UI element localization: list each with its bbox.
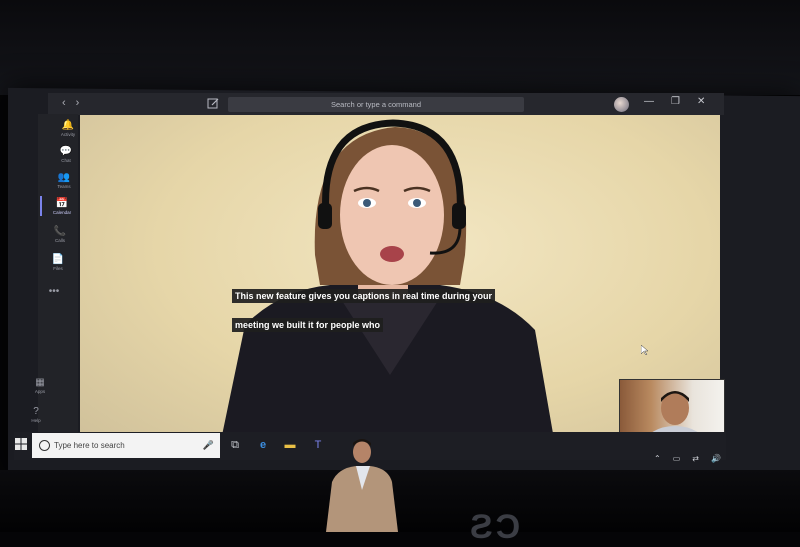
forward-arrow-icon[interactable]: › <box>76 97 80 109</box>
window-controls: — ❐ ✕ <box>644 96 705 107</box>
files-icon: 📄 <box>51 254 65 265</box>
maximize-icon[interactable]: ❐ <box>671 96 680 107</box>
sidebar-item-label: Files <box>53 266 63 271</box>
sidebar-item-label: Apps <box>34 389 46 394</box>
taskbar-search-placeholder: Type here to search <box>54 441 125 450</box>
calendar-icon: 📅 <box>55 198 69 209</box>
chevron-up-icon[interactable]: ⌃ <box>654 454 661 463</box>
mouse-cursor-icon <box>641 345 649 355</box>
teams-icon: 👥 <box>57 172 71 183</box>
help-icon: ? <box>33 406 39 417</box>
auditorium-background <box>0 0 800 95</box>
file-explorer-icon[interactable]: ▬ <box>283 438 297 452</box>
battery-icon[interactable]: ▭ <box>673 454 681 463</box>
avatar[interactable] <box>614 97 629 112</box>
event-logo-watermark: ƧƆ <box>470 508 524 546</box>
microphone-icon[interactable]: 🎤 <box>203 433 214 458</box>
edge-icon[interactable]: e <box>256 438 270 452</box>
nav-arrows: ‹ › <box>62 97 79 109</box>
sidebar-item-label: Calendar <box>52 210 72 215</box>
sidebar-item-calls[interactable]: 📞 Calls <box>40 226 80 243</box>
caption-line-1: This new feature gives you captions in r… <box>232 289 496 303</box>
search-input[interactable]: Search or type a command <box>228 97 524 112</box>
network-icon[interactable]: ⇄ <box>692 454 699 463</box>
taskbar-search-input[interactable]: Type here to search 🎤 <box>32 433 220 458</box>
compose-icon[interactable] <box>206 96 220 110</box>
caption-line-2: meeting we built it for people who <box>232 318 384 332</box>
sidebar-item-apps[interactable]: ▦ Apps <box>20 377 60 394</box>
more-icon: ••• <box>48 286 60 297</box>
back-arrow-icon[interactable]: ‹ <box>62 97 66 109</box>
calls-icon: 📞 <box>53 226 67 237</box>
sidebar-item-calendar[interactable]: 📅 Calendar <box>42 198 82 215</box>
sidebar-item-more[interactable]: ••• <box>34 286 74 297</box>
sidebar-item-label: Help <box>31 418 41 423</box>
sidebar-item-files[interactable]: 📄 Files <box>38 254 78 271</box>
windows-start-icon[interactable] <box>14 437 28 451</box>
live-captions: This new feature gives you captions in r… <box>232 286 496 344</box>
sidebar-item-label: Teams <box>57 184 71 189</box>
close-icon[interactable]: ✕ <box>697 96 705 107</box>
apps-icon: ▦ <box>35 377 45 388</box>
stage-presenter-image <box>326 439 398 532</box>
volume-icon[interactable]: 🔊 <box>711 454 721 463</box>
sidebar-item-help[interactable]: ? Help <box>16 406 56 423</box>
cortana-icon <box>39 440 50 451</box>
minimize-icon[interactable]: — <box>644 96 654 107</box>
sidebar-item-label: Calls <box>54 238 65 243</box>
task-view-icon[interactable]: ⧉ <box>228 438 242 452</box>
system-tray: ⌃ ▭ ⇄ 🔊 <box>654 454 721 463</box>
sidebar-item-teams[interactable]: 👥 Teams <box>44 172 84 189</box>
